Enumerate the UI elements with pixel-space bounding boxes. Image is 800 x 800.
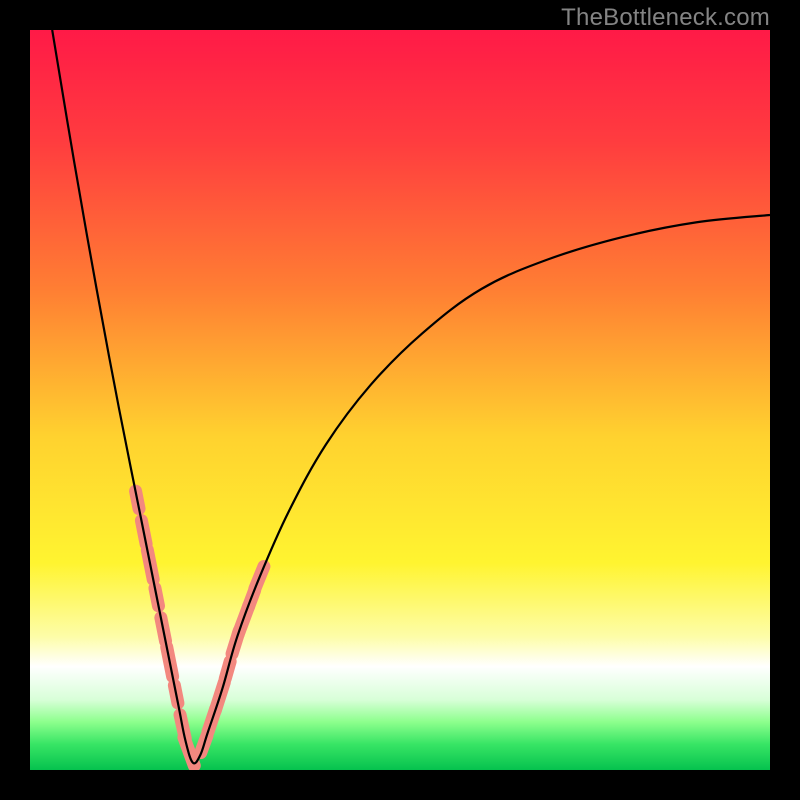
- plot-area: [30, 30, 770, 770]
- watermark-text: TheBottleneck.com: [561, 4, 770, 32]
- plot-svg: [30, 30, 770, 770]
- gradient-background: [30, 30, 770, 770]
- chart-frame: TheBottleneck.com: [0, 0, 800, 800]
